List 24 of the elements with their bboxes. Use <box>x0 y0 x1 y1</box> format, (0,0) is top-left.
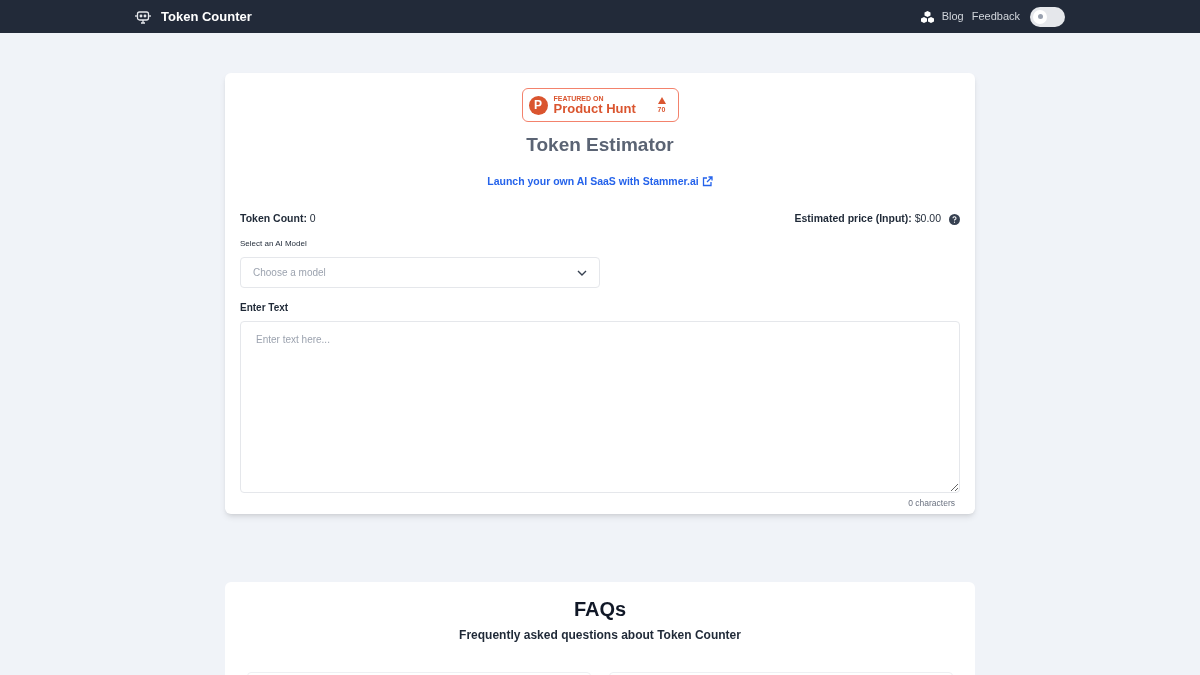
text-label: Enter Text <box>240 301 290 315</box>
token-count-value: 0 <box>309 212 316 225</box>
app-title[interactable]: Token Counter <box>161 6 252 27</box>
upvote-icon <box>657 97 666 104</box>
nav-link[interactable]: Feedback <box>971 8 1020 25</box>
page-title: Token Estimator <box>525 133 675 157</box>
robot-icon <box>135 8 151 25</box>
price-value: $0.00 <box>914 212 941 225</box>
product-hunt-logo-icon: P <box>528 95 548 115</box>
character-count: 0 characters <box>908 497 955 510</box>
promo-link[interactable]: Launch your own AI SaaS with Stammer.ai <box>487 173 713 190</box>
theme-toggle[interactable] <box>1030 6 1065 27</box>
help-icon[interactable] <box>949 213 960 225</box>
nav-link[interactable]: Blog <box>941 8 964 25</box>
model-label: Select an AI Model <box>240 238 308 250</box>
faq-title: FAQs <box>572 596 628 622</box>
price-label: Estimated price (Input): <box>794 212 912 225</box>
external-link-icon <box>701 175 713 187</box>
badge-name: Product Hunt <box>553 102 636 115</box>
token-count-label: Token Count: <box>240 212 307 225</box>
faq-subtitle: Frequently asked questions about Token Counter <box>458 626 742 644</box>
chevron-down-icon <box>577 269 587 276</box>
text-area[interactable]: Enter text here... <box>240 321 960 493</box>
cubes-icon[interactable] <box>920 10 934 23</box>
